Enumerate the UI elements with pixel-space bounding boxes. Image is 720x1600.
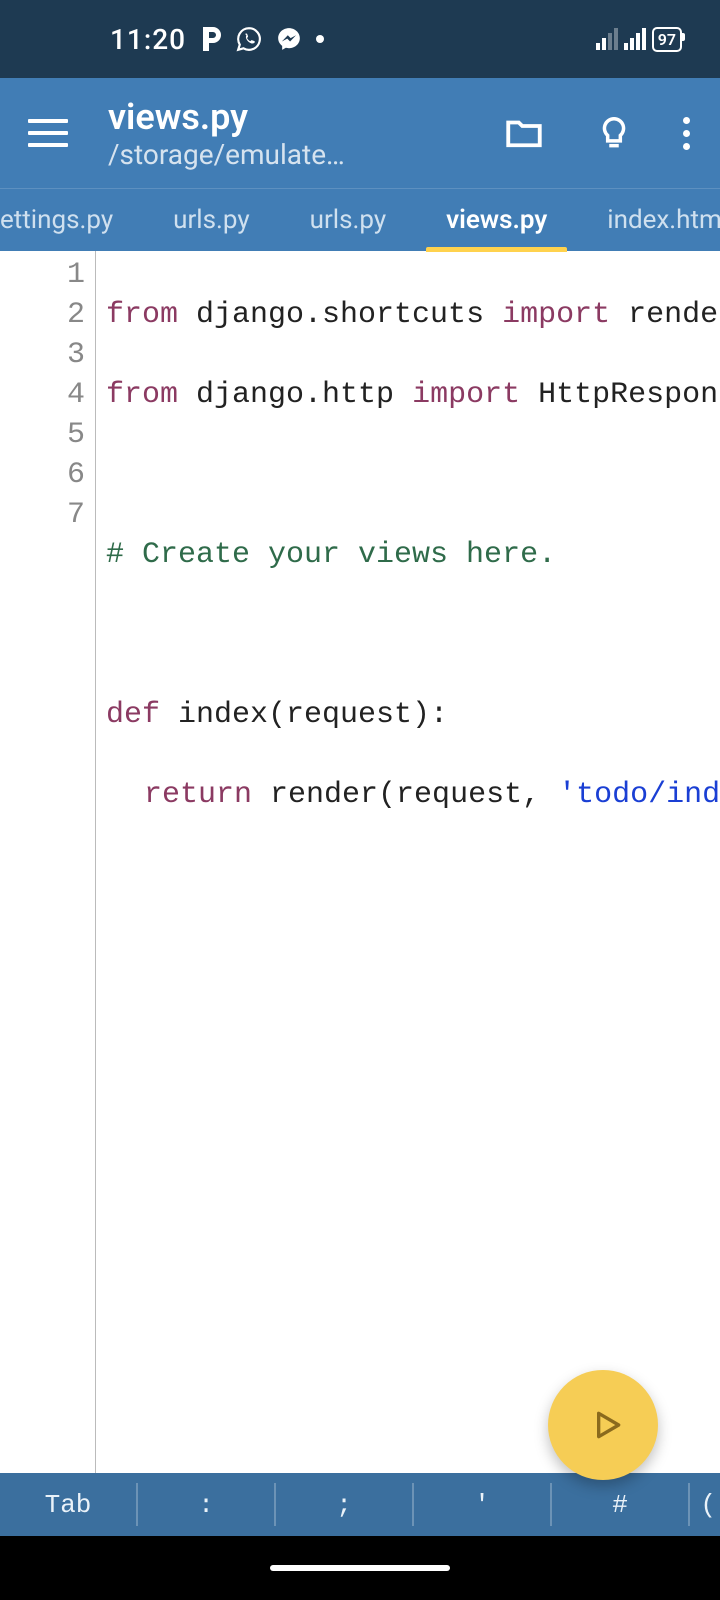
tab-settings-py[interactable]: ettings.py: [0, 189, 143, 251]
file-path: /storage/emulate…: [108, 138, 463, 171]
tab-urls-py-1[interactable]: urls.py: [143, 189, 280, 251]
tab-bar: ettings.py urls.py urls.py views.py inde…: [0, 188, 720, 251]
tab-index-html[interactable]: index.html: [577, 189, 720, 251]
line-gutter: 1 2 3 4 5 6 7: [0, 251, 96, 1473]
run-button[interactable]: [548, 1370, 658, 1480]
line-number: 5: [0, 415, 95, 455]
messenger-icon: [276, 26, 302, 52]
key-hash[interactable]: #: [552, 1473, 688, 1536]
signal-sim1-icon: [596, 28, 618, 50]
signal-sim2-icon: [624, 28, 646, 50]
overflow-menu-button[interactable]: [683, 117, 690, 150]
tab-views-py[interactable]: views.py: [416, 189, 577, 251]
line-number: 6: [0, 455, 95, 495]
code-editor[interactable]: 1 2 3 4 5 6 7 from django.shortcuts impo…: [0, 251, 720, 1473]
whatsapp-icon: [236, 26, 262, 52]
symbol-key-row: Tab : ; ' # (: [0, 1473, 720, 1536]
gesture-handle[interactable]: [270, 1565, 450, 1571]
tab-urls-py-2[interactable]: urls.py: [280, 189, 417, 251]
status-time: 11:20: [110, 23, 186, 56]
status-bar: 11:20 97: [0, 0, 720, 78]
line-number: 2: [0, 295, 95, 335]
menu-button[interactable]: [28, 119, 68, 147]
line-number: 1: [0, 255, 95, 295]
more-notifications-dot: [316, 35, 324, 43]
file-title: views.py: [108, 96, 463, 138]
app-bar: views.py /storage/emulate…: [0, 78, 720, 188]
key-tab[interactable]: Tab: [0, 1473, 136, 1536]
status-right: 97: [596, 27, 682, 52]
status-left: 11:20: [110, 23, 324, 56]
line-number: 3: [0, 335, 95, 375]
p-icon: [200, 27, 222, 51]
folder-button[interactable]: [503, 112, 545, 154]
key-quote[interactable]: ': [414, 1473, 550, 1536]
key-colon[interactable]: :: [138, 1473, 274, 1536]
key-semicolon[interactable]: ;: [276, 1473, 412, 1536]
lightbulb-button[interactable]: [595, 112, 633, 154]
line-number: 7: [0, 495, 95, 535]
key-paren-open[interactable]: (: [690, 1473, 720, 1536]
line-number: 4: [0, 375, 95, 415]
code-area[interactable]: from django.shortcuts import render from…: [96, 251, 720, 1473]
battery-indicator: 97: [652, 27, 682, 52]
system-nav-bar[interactable]: [0, 1536, 720, 1600]
title-block: views.py /storage/emulate…: [108, 96, 463, 171]
